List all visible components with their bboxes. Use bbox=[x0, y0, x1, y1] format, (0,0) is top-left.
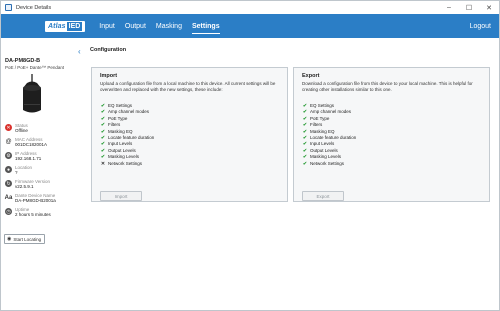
import-button[interactable]: Import bbox=[100, 191, 142, 201]
export-title: Export bbox=[302, 73, 320, 79]
start-locating-label: Start Locating bbox=[13, 236, 42, 242]
close-button[interactable]: ✕ bbox=[479, 1, 499, 14]
top-nav: Atlas IED Input Output Masking Settings … bbox=[1, 14, 499, 38]
device-details-window: Device Details – ☐ ✕ Atlas IED Input Out… bbox=[0, 0, 500, 311]
dante-info: Aa Dante Device Name DA-PM8GD-B2001a bbox=[5, 193, 56, 204]
export-description: Download a configuration file from this … bbox=[302, 81, 473, 92]
status-info: ✕ Status Offline bbox=[5, 123, 28, 134]
check-icon: ✔ bbox=[302, 160, 308, 167]
import-settings-list: ✔ EQ Settings ✔ Amp channel modes ✔ PoE Type ✔… bbox=[100, 103, 154, 167]
import-description: Upload a configuration file from a local… bbox=[100, 81, 276, 92]
location-value: ? bbox=[15, 170, 18, 175]
back-chevron-icon[interactable]: ‹ bbox=[78, 47, 81, 56]
settings-item-label: Network Settings bbox=[310, 160, 345, 166]
uptime-icon: ◷ bbox=[5, 208, 12, 215]
device-sidebar: DA-PM8GD-B PoE / PoE+ Dante™ Pendant ✕ S… bbox=[1, 38, 64, 310]
dante-value: DA-PM8GD-B2001a bbox=[15, 198, 56, 203]
status-value: Offline bbox=[15, 128, 28, 133]
firmware-value: v22.5.9.1 bbox=[15, 184, 34, 189]
logo-ied-text: IED bbox=[66, 21, 83, 31]
minimize-button[interactable]: – bbox=[439, 1, 459, 14]
page-title: Configuration bbox=[90, 47, 127, 53]
cross-icon: ✕ bbox=[100, 160, 106, 167]
firmware-info: ↻ Firmware Version v22.5.9.1 bbox=[5, 179, 50, 190]
import-title: Import bbox=[100, 73, 118, 79]
device-name: DA-PM8GD-B bbox=[5, 58, 41, 64]
start-locating-button[interactable]: ◉ Start Locating bbox=[4, 234, 45, 244]
ip-icon: ⚙ bbox=[5, 152, 12, 159]
tab-settings[interactable]: Settings bbox=[191, 14, 220, 38]
tab-masking[interactable]: Masking bbox=[156, 14, 182, 38]
dante-icon: Aa bbox=[4, 194, 13, 201]
window-title: Device Details bbox=[16, 4, 52, 11]
export-button[interactable]: Export bbox=[302, 191, 344, 201]
logout-link[interactable]: Logout bbox=[470, 14, 491, 38]
pendant-speaker-image bbox=[23, 74, 41, 113]
tab-input[interactable]: Input bbox=[99, 14, 115, 38]
uptime-info: ◷ Uptime 2 hours 5 minutes bbox=[5, 207, 51, 218]
import-panel: Import Upload a configuration file from … bbox=[91, 67, 288, 202]
settings-item-label: Network Settings bbox=[108, 160, 143, 166]
nav-tabs: Input Output Masking Settings bbox=[99, 14, 229, 38]
ip-value: 192.168.1.71 bbox=[15, 156, 42, 161]
location-icon: ● bbox=[5, 166, 12, 173]
window-controls: – ☐ ✕ bbox=[439, 1, 499, 14]
status-alert-icon: ✕ bbox=[5, 124, 12, 131]
device-model: PoE / PoE+ Dante™ Pendant bbox=[5, 65, 65, 70]
tab-output[interactable]: Output bbox=[125, 14, 146, 38]
title-bar: Device Details – ☐ ✕ bbox=[1, 1, 499, 14]
ip-info: ⚙ IP Address 192.168.1.71 bbox=[5, 151, 41, 162]
export-settings-list: ✔ EQ Settings ✔ Amp channel modes ✔ PoE Type ✔… bbox=[302, 103, 356, 167]
atlas-ied-logo: Atlas IED bbox=[45, 20, 86, 32]
mac-info: @ MAC Address 001DC182001A bbox=[5, 137, 47, 148]
maximize-button[interactable]: ☐ bbox=[459, 1, 479, 14]
mac-value: 001DC182001A bbox=[15, 142, 48, 147]
app-icon bbox=[5, 4, 12, 11]
uptime-value: 2 hours 5 minutes bbox=[15, 212, 51, 217]
firmware-icon: ↻ bbox=[5, 180, 12, 187]
main-content: ‹ Configuration Import Upload a configur… bbox=[64, 38, 499, 310]
location-info: ● Location ? bbox=[5, 165, 32, 176]
logo-atlas-text: Atlas bbox=[48, 22, 66, 30]
export-panel: Export Download a configuration file fro… bbox=[293, 67, 490, 202]
locate-icon: ◉ bbox=[7, 236, 12, 242]
settings-list-item: ✔ Network Settings bbox=[302, 161, 356, 167]
mac-icon: @ bbox=[5, 138, 12, 145]
settings-list-item: ✕ Network Settings bbox=[100, 161, 154, 167]
